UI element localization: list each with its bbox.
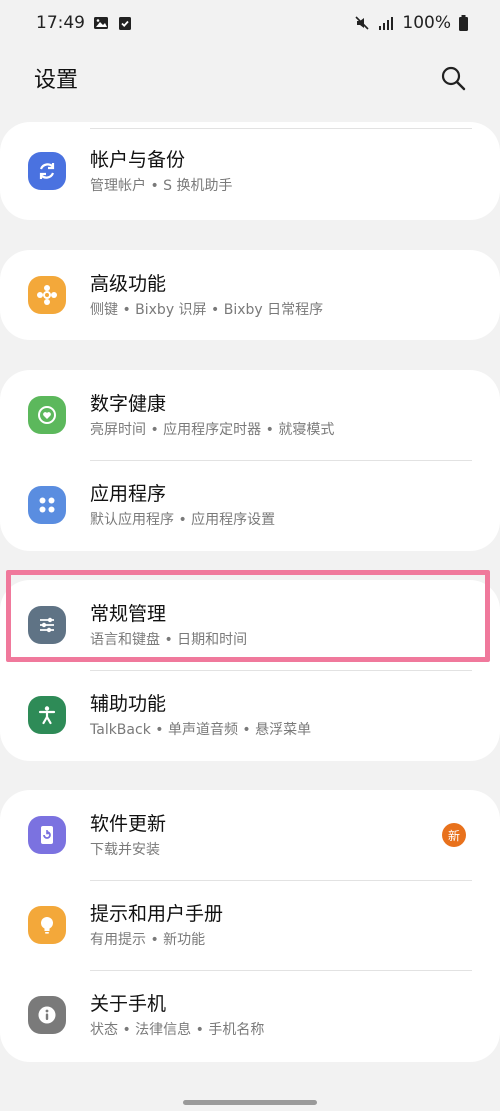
settings-group-general: 常规管理 语言和键盘 • 日期和时间 辅助功能 TalkBack • 单声道音频… [0, 580, 500, 761]
battery-percentage: 100% [402, 13, 451, 33]
setting-tips-manual[interactable]: 提示和用户手册 有用提示 • 新功能 [0, 880, 500, 970]
info-icon [28, 996, 66, 1034]
setting-software-update[interactable]: 软件更新 下载并安装 新 [0, 790, 500, 880]
setting-subtitle: 有用提示 • 新功能 [90, 931, 206, 948]
sliders-icon [28, 606, 66, 644]
home-indicator[interactable] [183, 1100, 317, 1105]
setting-subtitle: 侧键 • Bixby 识屏 • Bixby 日常程序 [90, 301, 324, 318]
setting-title: 关于手机 [90, 992, 167, 1015]
mute-icon [354, 15, 370, 31]
new-badge: 新 [442, 823, 466, 847]
battery-icon [459, 15, 468, 31]
setting-title: 辅助功能 [90, 692, 167, 715]
task-check-notification-icon [117, 15, 133, 31]
setting-apps[interactable]: 应用程序 默认应用程序 • 应用程序设置 [0, 460, 500, 550]
gallery-notification-icon [93, 15, 109, 31]
accessibility-icon [28, 696, 66, 734]
setting-subtitle: 下载并安装 [90, 841, 160, 858]
puzzle-gear-icon [28, 276, 66, 314]
clock: 17:49 [36, 13, 85, 33]
heart-circle-icon [28, 396, 66, 434]
setting-title: 帐户与备份 [90, 148, 186, 171]
sync-icon [28, 152, 66, 190]
settings-group-advanced: 高级功能 侧键 • Bixby 识屏 • Bixby 日常程序 [0, 250, 500, 340]
setting-subtitle: 亮屏时间 • 应用程序定时器 • 就寝模式 [90, 421, 335, 438]
lightbulb-icon [28, 906, 66, 944]
setting-subtitle: TalkBack • 单声道音频 • 悬浮菜单 [90, 721, 312, 738]
header: 设置 [0, 56, 500, 100]
setting-subtitle: 默认应用程序 • 应用程序设置 [90, 511, 276, 528]
setting-title: 高级功能 [90, 272, 167, 295]
setting-digital-wellbeing[interactable]: 数字健康 亮屏时间 • 应用程序定时器 • 就寝模式 [0, 370, 500, 460]
setting-about-phone[interactable]: 关于手机 状态 • 法律信息 • 手机名称 [0, 970, 500, 1060]
setting-title: 常规管理 [90, 602, 167, 625]
search-icon [441, 66, 466, 91]
settings-group-support: 软件更新 下载并安装 新 提示和用户手册 有用提示 • 新功能 关于手机 状态 … [0, 790, 500, 1062]
setting-title: 提示和用户手册 [90, 902, 224, 925]
setting-general-management[interactable]: 常规管理 语言和键盘 • 日期和时间 [0, 580, 500, 670]
search-button[interactable] [436, 61, 470, 95]
setting-title: 软件更新 [90, 812, 167, 835]
status-bar: 17:49 100% [0, 0, 500, 46]
setting-accessibility[interactable]: 辅助功能 TalkBack • 单声道音频 • 悬浮菜单 [0, 670, 500, 760]
page-title: 设置 [34, 68, 79, 93]
setting-advanced-features[interactable]: 高级功能 侧键 • Bixby 识屏 • Bixby 日常程序 [0, 250, 500, 340]
setting-title: 应用程序 [90, 482, 167, 505]
divider [90, 128, 472, 129]
setting-subtitle: 语言和键盘 • 日期和时间 [90, 631, 248, 648]
settings-group-wellbeing-apps: 数字健康 亮屏时间 • 应用程序定时器 • 就寝模式 应用程序 默认应用程序 •… [0, 370, 500, 551]
setting-subtitle: 状态 • 法律信息 • 手机名称 [90, 1021, 265, 1038]
apps-grid-icon [28, 486, 66, 524]
settings-group-account: 帐户与备份 管理帐户 • S 换机助手 [0, 122, 500, 220]
signal-icon [378, 15, 394, 31]
update-icon [28, 816, 66, 854]
setting-subtitle: 管理帐户 • S 换机助手 [90, 177, 233, 194]
setting-title: 数字健康 [90, 392, 167, 415]
setting-accounts-backup[interactable]: 帐户与备份 管理帐户 • S 换机助手 [0, 122, 500, 220]
